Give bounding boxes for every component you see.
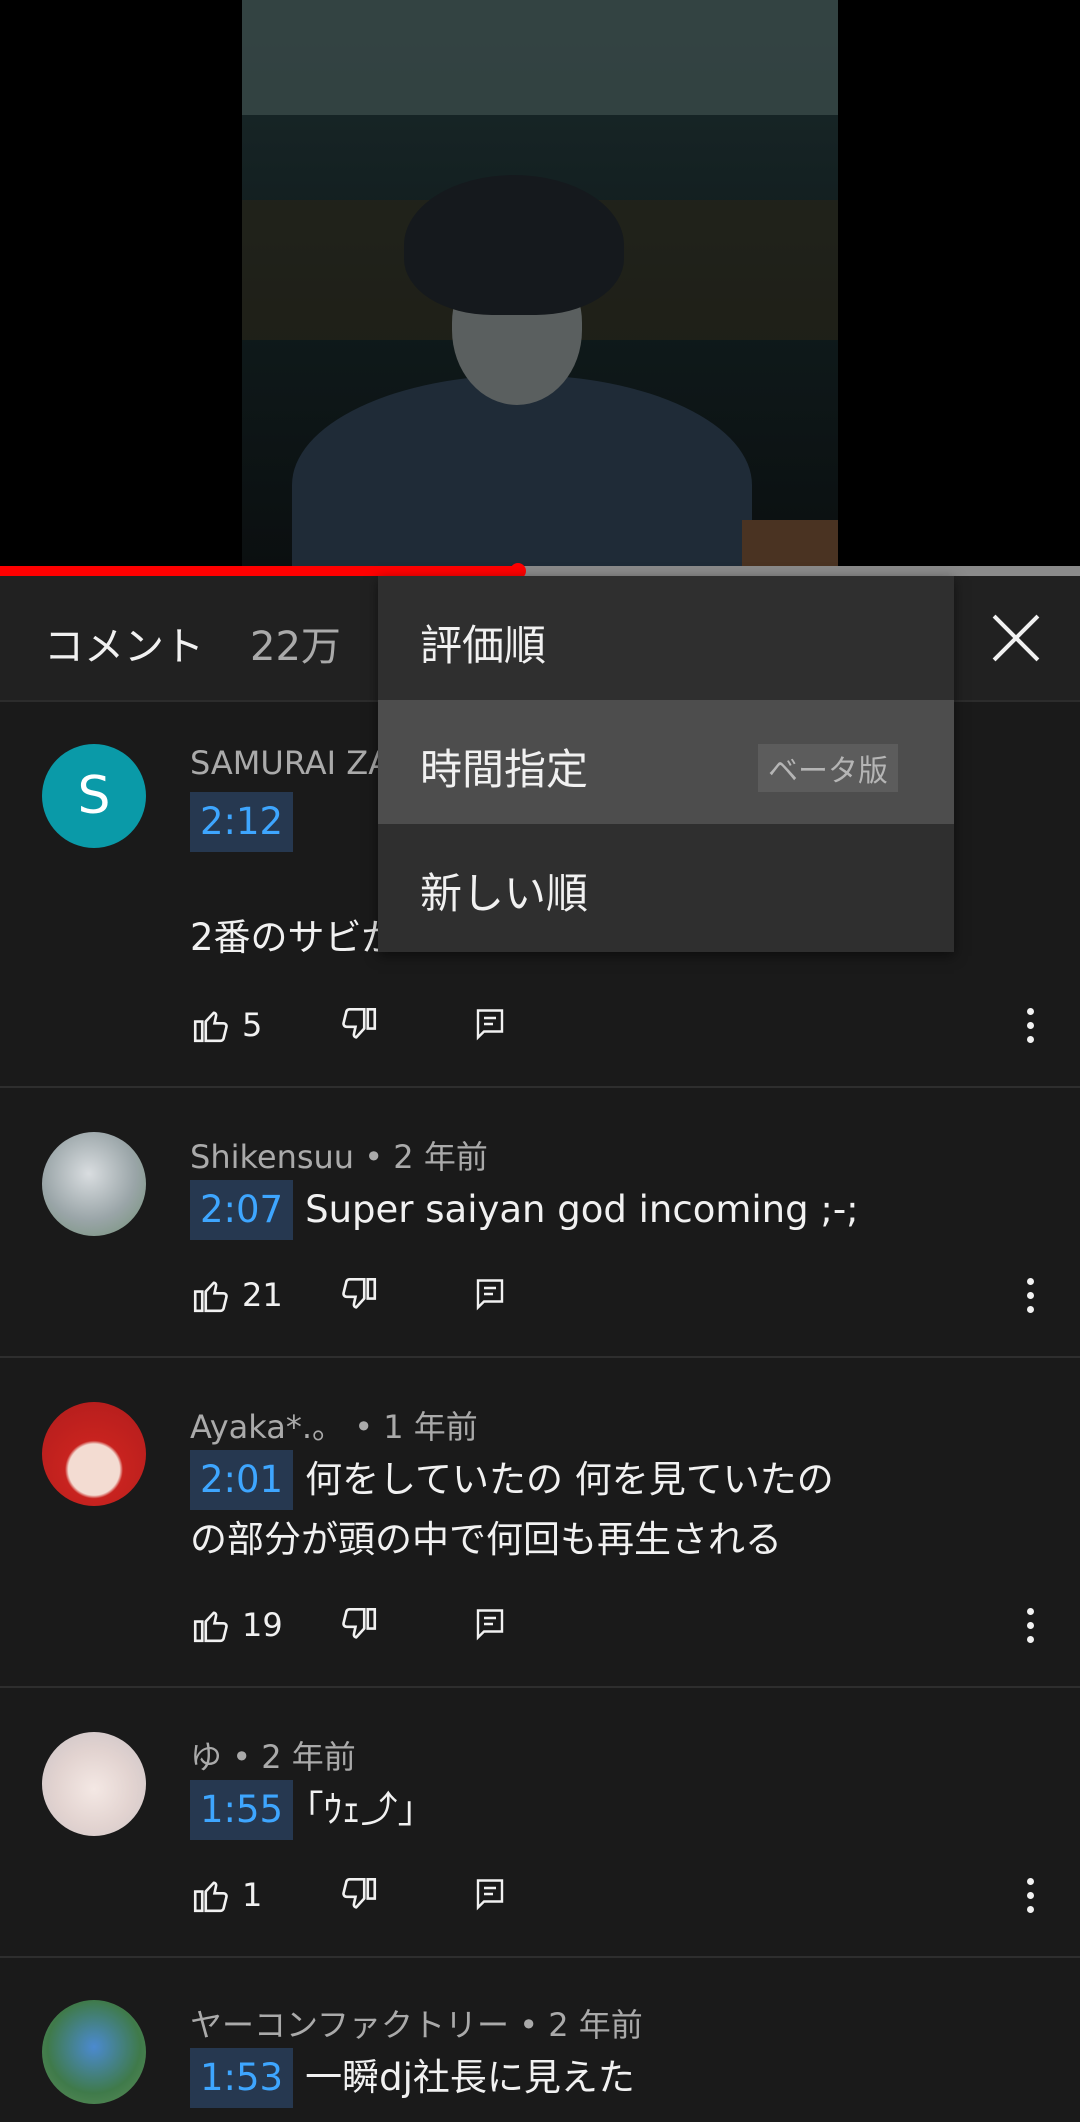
- thumbs-up-icon: [193, 1281, 228, 1313]
- avatar[interactable]: [42, 1132, 146, 1236]
- menu-item-label: 評価順: [420, 621, 547, 670]
- more-options-icon[interactable]: [1022, 1874, 1038, 1918]
- menu-item-label: 新しい順: [420, 869, 589, 918]
- thumbs-up-icon: [193, 1011, 228, 1043]
- author-name: SAMURAI ZA: [190, 744, 391, 782]
- avatar[interactable]: S: [42, 744, 146, 848]
- author-name[interactable]: ヤーコンファクトリー: [190, 2006, 509, 2044]
- video-frame: [242, 0, 838, 566]
- more-options-icon[interactable]: [1022, 1004, 1038, 1048]
- sort-option-timed[interactable]: 時間指定 ベータ版: [378, 700, 954, 824]
- comment-meta: Shikensuu • 2 年前: [190, 1132, 488, 1178]
- like-button[interactable]: 19: [190, 1604, 283, 1648]
- reply-button[interactable]: [472, 1604, 508, 1648]
- video-progress-bar[interactable]: [0, 563, 1080, 579]
- avatar[interactable]: [42, 1732, 146, 1836]
- comment-age: 2 年前: [393, 1138, 488, 1176]
- comment-text-line: 2:01 何をしていたの 何を見ていたの: [190, 1450, 1050, 1510]
- comment-age: 1 年前: [383, 1408, 478, 1446]
- beta-badge: ベータ版: [758, 744, 898, 792]
- reply-icon: [476, 1609, 504, 1641]
- like-count: 5: [242, 1006, 263, 1044]
- comments-title: コメント: [44, 624, 204, 670]
- comment-meta: ヤーコンファクトリー • 2 年前: [190, 2000, 643, 2046]
- thumbs-down-icon: [342, 1277, 377, 1309]
- comment-text: 何をしていたの 何を見ていたの: [305, 1458, 834, 1501]
- sort-option-top[interactable]: 評価順: [378, 576, 954, 700]
- comment-age: 2 年前: [548, 2006, 643, 2044]
- reply-icon: [476, 1279, 504, 1311]
- comment-age: 2 年前: [261, 1738, 356, 1776]
- sort-menu: 評価順 時間指定 ベータ版 新しい順: [378, 576, 954, 952]
- dislike-button[interactable]: [338, 1604, 380, 1648]
- more-options-icon[interactable]: [1022, 1604, 1038, 1648]
- like-button[interactable]: 5: [190, 1004, 262, 1048]
- comment-text: ｢ｳｪ⤴｣: [305, 1788, 417, 1831]
- reply-button[interactable]: [472, 1004, 508, 1048]
- meta-separator: •: [232, 1738, 252, 1776]
- close-icon[interactable]: [990, 612, 1042, 664]
- like-button[interactable]: 21: [190, 1274, 283, 1318]
- author-name[interactable]: ゆ: [190, 1738, 222, 1776]
- menu-item-label: 時間指定: [420, 745, 589, 794]
- comment-author[interactable]: SAMURAI ZA: [190, 744, 390, 782]
- timestamp-link[interactable]: 2:12: [190, 792, 294, 852]
- comment-text: 一瞬dj社長に見えた: [305, 2056, 635, 2099]
- comment-actions: 5: [190, 1004, 1050, 1048]
- video-player[interactable]: [0, 0, 1080, 566]
- comment-actions: 1: [190, 1874, 1050, 1918]
- thumbs-up-icon: [193, 1611, 228, 1643]
- comment-text: Super saiyan god incoming ;-;: [305, 1188, 859, 1231]
- comment-text-line: 2:07 Super saiyan god incoming ;-;: [190, 1180, 1050, 1240]
- dislike-button[interactable]: [338, 1274, 380, 1318]
- dislike-button[interactable]: [338, 1004, 380, 1048]
- avatar[interactable]: [42, 2000, 146, 2104]
- comment-actions: 19: [190, 1604, 1050, 1648]
- like-button[interactable]: 1: [190, 1874, 262, 1918]
- thumbs-down-icon: [342, 1607, 377, 1639]
- comment-item: ヤーコンファクトリー • 2 年前 1:53 一瞬dj社長に見えた: [0, 1958, 1080, 2122]
- reply-icon: [476, 1879, 504, 1911]
- avatar[interactable]: [42, 1402, 146, 1506]
- thumbs-down-icon: [342, 1877, 377, 1909]
- comment-meta: ゆ • 2 年前: [190, 1732, 356, 1778]
- timestamp-link[interactable]: 2:01: [190, 1450, 294, 1510]
- comment-text-line2: の部分が頭の中で何回も再生される: [190, 1518, 782, 1561]
- reply-button[interactable]: [472, 1874, 508, 1918]
- timestamp-link[interactable]: 2:07: [190, 1180, 294, 1240]
- comment-actions: 21: [190, 1274, 1050, 1318]
- dislike-button[interactable]: [338, 1874, 380, 1918]
- author-name[interactable]: Ayaka*.。: [190, 1408, 344, 1446]
- comments-count: 22万: [250, 624, 341, 670]
- timestamp-link[interactable]: 1:53: [190, 2048, 294, 2108]
- comment-item: Shikensuu • 2 年前 2:07 Super saiyan god in…: [0, 1088, 1080, 1356]
- comment-meta: Ayaka*.。 • 1 年前: [190, 1402, 478, 1448]
- comment-text-line: 1:55 ｢ｳｪ⤴｣: [190, 1780, 1050, 1840]
- reply-icon: [476, 1009, 504, 1041]
- timestamp-link[interactable]: 1:55: [190, 1780, 294, 1840]
- thumbs-down-icon: [342, 1007, 377, 1039]
- like-count: 21: [242, 1276, 283, 1314]
- meta-separator: •: [364, 1138, 384, 1176]
- like-count: 1: [242, 1876, 263, 1914]
- sort-option-newest[interactable]: 新しい順: [378, 824, 954, 948]
- avatar-letter: S: [77, 766, 111, 826]
- comment-item: ゆ • 2 年前 1:55 ｢ｳｪ⤴｣ 1: [0, 1688, 1080, 1956]
- progress-played: [0, 566, 519, 576]
- thumbs-up-icon: [193, 1881, 228, 1913]
- comment-text-line: 1:53 一瞬dj社長に見えた: [190, 2048, 1050, 2108]
- comment-item: Ayaka*.。 • 1 年前 2:01 何をしていたの 何を見ていたの の部分が…: [0, 1358, 1080, 1688]
- author-name[interactable]: Shikensuu: [190, 1138, 354, 1176]
- more-options-icon[interactable]: [1022, 1274, 1038, 1318]
- like-count: 19: [242, 1606, 283, 1644]
- meta-separator: •: [354, 1408, 374, 1446]
- reply-button[interactable]: [472, 1274, 508, 1318]
- meta-separator: •: [519, 2006, 539, 2044]
